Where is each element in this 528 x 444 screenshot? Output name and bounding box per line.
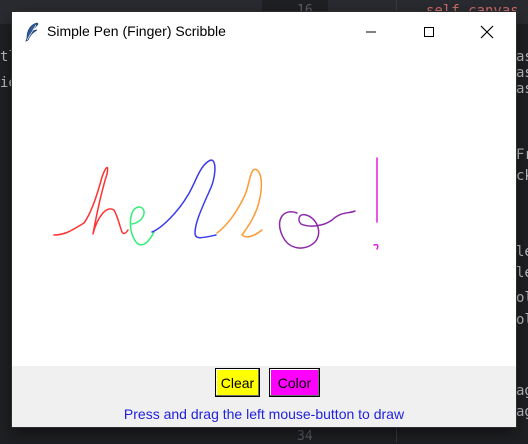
app-window: Simple Pen (Finger) Scribble Clear Color… (12, 12, 516, 427)
code-fragment: ol (516, 290, 528, 306)
scribble-stroke-l1 (151, 159, 217, 239)
code-fragment: Fr (516, 147, 528, 163)
code-fragment: as (516, 49, 528, 65)
minimize-button[interactable] (348, 12, 394, 52)
close-icon (480, 25, 494, 39)
code-fragment: ag (516, 404, 528, 420)
code-fragment: le (516, 265, 528, 281)
scribble-stroke-exclaim-dot (373, 243, 379, 250)
code-fragment: as (516, 65, 528, 81)
code-fragment: ol (516, 312, 528, 328)
control-panel: Clear Color Press and drag the left mous… (12, 366, 516, 427)
feather-icon (24, 22, 40, 42)
scribble-stroke-e (129, 206, 155, 246)
code-fragment: as (516, 81, 528, 97)
minimize-icon (365, 26, 377, 38)
scribble-stroke-o (278, 210, 356, 249)
code-fragment: le (516, 244, 528, 260)
maximize-button[interactable] (406, 12, 452, 52)
code-fragment: ag (516, 383, 528, 399)
title-bar[interactable]: Simple Pen (Finger) Scribble (12, 12, 516, 52)
scribble-stroke-h (53, 166, 123, 236)
close-button[interactable] (464, 12, 510, 52)
color-button[interactable]: Color (269, 368, 320, 397)
window-title: Simple Pen (Finger) Scribble (47, 23, 226, 39)
scribble-stroke-l2 (216, 168, 263, 238)
scribble-stroke-h-tail (121, 229, 129, 235)
clear-button[interactable]: Clear (215, 368, 260, 397)
instruction-label: Press and drag the left mouse-button to … (123, 406, 405, 422)
code-fragment: ck (516, 168, 528, 184)
maximize-icon (423, 26, 435, 38)
drawing-canvas[interactable] (12, 52, 516, 366)
